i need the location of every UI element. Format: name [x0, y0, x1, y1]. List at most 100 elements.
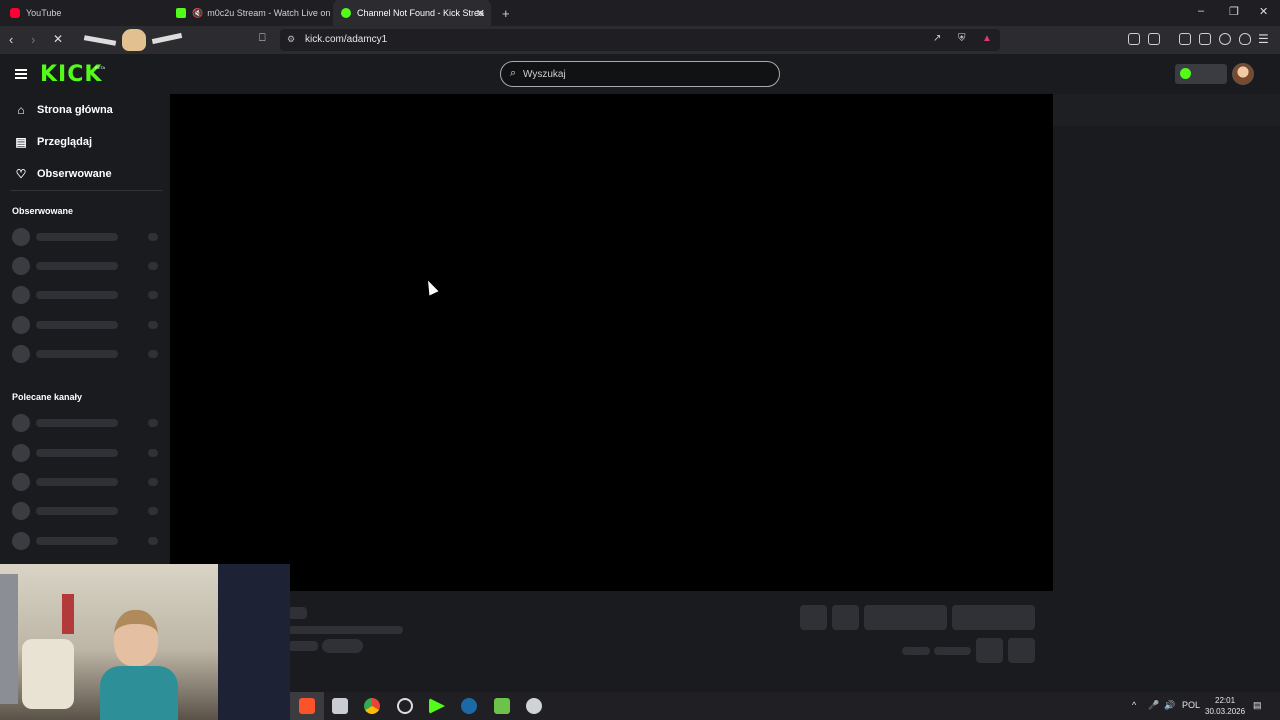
file-explorer-icon[interactable] — [332, 698, 348, 714]
youtube-icon — [10, 8, 20, 18]
browse-icon: ▤ — [15, 135, 27, 149]
channel-skeleton — [12, 228, 162, 246]
browser-toolbar: ‹ › ✕ ⎕ ⚙ kick.com/adamcy1 ↗ ⛨ ▲ ☰ — [0, 26, 1280, 54]
chat-header-skeleton — [1053, 94, 1280, 126]
tab-label: m0c2u Stream - Watch Live on Ki — [207, 8, 330, 18]
channel-skeleton — [12, 532, 162, 550]
obs-icon[interactable] — [397, 698, 413, 714]
wallet-icon[interactable] — [1199, 33, 1211, 45]
channel-skeleton — [12, 316, 162, 334]
extension-mascot-overlay — [82, 26, 187, 54]
stop-loading-icon[interactable]: ✕ — [53, 32, 63, 46]
search-placeholder: Wyszukaj — [523, 69, 566, 80]
sidebar: ⌂ Strona główna ▤ Przeglądaj ♡ Obserwowa… — [0, 94, 170, 564]
leo-ai-icon[interactable] — [1219, 33, 1231, 45]
menu-icon[interactable]: ☰ — [1258, 32, 1269, 46]
sidebar-item-label: Przeglądaj — [37, 136, 93, 148]
channel-name-skeleton — [288, 626, 403, 634]
date-text: 30.03.2026 — [1205, 707, 1246, 716]
chrome-icon[interactable] — [364, 698, 380, 714]
sidebar-item-home[interactable]: ⌂ Strona główna — [14, 100, 113, 120]
channel-skeleton — [12, 444, 162, 462]
close-tab-icon[interactable]: ✕ — [476, 7, 485, 20]
screenshot-icon[interactable] — [1148, 33, 1160, 45]
streamer-figure — [100, 610, 178, 720]
steam-icon[interactable] — [461, 698, 477, 714]
search-input[interactable]: ⌕ Wyszukaj — [500, 61, 780, 87]
close-window-icon[interactable]: ✕ — [1259, 5, 1268, 18]
restore-icon[interactable]: ❐ — [1229, 5, 1239, 18]
bookmark-icon[interactable]: ⎕ — [259, 32, 266, 45]
back-icon[interactable]: ‹ — [9, 32, 13, 47]
channel-skeleton — [12, 502, 162, 520]
webcam-overlay — [0, 564, 290, 720]
minimize-icon[interactable]: – — [1198, 5, 1204, 17]
search-icon: ⌕ — [510, 67, 517, 79]
status-toggle[interactable] — [1175, 64, 1227, 84]
home-icon: ⌂ — [17, 103, 25, 117]
channel-skeleton — [12, 414, 162, 432]
action-button-skeleton — [976, 638, 1003, 663]
forward-icon[interactable]: › — [31, 32, 35, 47]
channel-meta-skeleton — [288, 641, 318, 651]
stat-skeleton — [902, 647, 930, 655]
clock[interactable]: 22:01 30.03.2026 — [1205, 695, 1245, 717]
browser-tab-strip: YouTube 🔇 m0c2u Stream - Watch Live on K… — [0, 0, 1280, 26]
channel-skeleton — [12, 286, 162, 304]
speaker-icon[interactable]: 🔊 — [1164, 700, 1175, 711]
tray-chevron-icon[interactable]: ^ — [1132, 700, 1136, 710]
sidebar-toggle-icon[interactable] — [1179, 33, 1191, 45]
rewards-icon[interactable]: ▲ — [982, 33, 992, 44]
avatar[interactable] — [1232, 63, 1254, 85]
sidebar-divider — [10, 190, 162, 191]
time-text: 22:01 — [1215, 696, 1236, 705]
muted-speaker-icon: 🔇 — [192, 7, 204, 18]
url-text: kick.com/adamcy1 — [305, 34, 388, 45]
recommended-section-title: Polecane kanały — [12, 392, 83, 402]
channel-avatar-skeleton — [288, 607, 307, 619]
brave-browser-icon[interactable] — [299, 698, 315, 714]
sidebar-item-browse[interactable]: ▤ Przeglądaj — [14, 132, 92, 152]
action-button-skeleton — [1008, 638, 1035, 663]
sidebar-item-following[interactable]: ♡ Obserwowane — [14, 164, 112, 184]
app-icon[interactable] — [494, 698, 510, 714]
channel-tag-skeleton — [322, 639, 363, 653]
tab-channel-not-found[interactable]: Channel Not Found - Kick Strea ✕ — [333, 0, 491, 26]
notifications-icon[interactable]: ▤ — [1253, 700, 1262, 711]
extensions-icon[interactable] — [1128, 33, 1140, 45]
following-section-title: Obserwowane — [12, 206, 74, 216]
beta-badge: BETA — [95, 65, 106, 70]
channel-skeleton — [12, 473, 162, 491]
status-dot-icon — [1180, 68, 1191, 79]
discord-icon[interactable] — [526, 698, 542, 714]
share-icon[interactable]: ↗ — [933, 33, 941, 44]
tab-youtube[interactable]: YouTube — [2, 0, 170, 26]
channel-skeleton — [12, 257, 162, 275]
vpn-icon[interactable] — [1239, 33, 1251, 45]
follow-button-skeleton — [864, 605, 947, 630]
kick-icon — [341, 8, 351, 18]
tab-m0c2u-stream[interactable]: 🔇 m0c2u Stream - Watch Live on Ki — [168, 0, 330, 26]
windows-taskbar: ^ 🎤 🔊 POL 22:01 30.03.2026 ▤ — [290, 692, 1280, 720]
sidebar-item-label: Strona główna — [37, 104, 113, 116]
video-player[interactable] — [170, 94, 1053, 591]
kick-logo[interactable]: KICK — [40, 62, 102, 87]
tab-label: Channel Not Found - Kick Strea — [357, 8, 485, 18]
microphone-icon[interactable]: 🎤 — [1148, 700, 1159, 711]
subscribe-button-skeleton — [952, 605, 1035, 630]
channel-skeleton — [12, 345, 162, 363]
kick-header: KICK BETA ⌕ Wyszukaj — [0, 54, 1280, 94]
heart-icon: ♡ — [15, 167, 27, 181]
kick-app-icon[interactable] — [429, 698, 445, 714]
new-tab-button[interactable]: + — [494, 0, 518, 26]
site-info-icon[interactable]: ⚙ — [287, 34, 295, 45]
action-button-skeleton — [832, 605, 859, 630]
language-indicator[interactable]: POL — [1182, 700, 1200, 710]
action-button-skeleton — [800, 605, 827, 630]
sidebar-item-label: Obserwowane — [37, 168, 112, 180]
hamburger-menu-icon[interactable] — [15, 69, 27, 79]
tab-label: YouTube — [26, 8, 62, 18]
stat-skeleton — [934, 647, 971, 655]
shield-icon[interactable]: ⛨ — [958, 33, 966, 44]
address-bar[interactable]: ⚙ kick.com/adamcy1 ↗ ⛨ ▲ — [280, 29, 1000, 51]
